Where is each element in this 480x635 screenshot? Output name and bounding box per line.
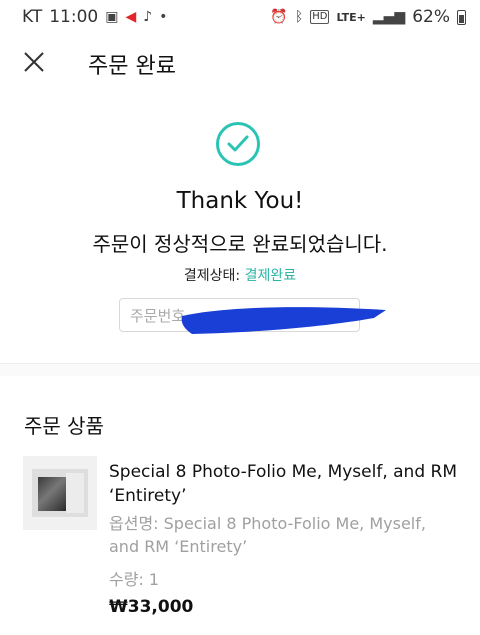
- product-quantity: 수량: 1: [109, 570, 160, 589]
- payment-status-value: 결제완료: [244, 268, 297, 284]
- alarm-icon: ⏰: [270, 9, 288, 25]
- product-price: ₩33,000: [109, 597, 194, 617]
- gallery-icon: ▣: [105, 9, 119, 25]
- battery-percentage: 62%: [412, 7, 450, 27]
- close-icon: [24, 52, 44, 72]
- order-items-title: 주문 상품: [24, 414, 104, 438]
- carrier-label: KT: [22, 7, 43, 27]
- order-complete-message: 주문이 정상적으로 완료되었습니다.: [92, 232, 388, 256]
- redaction-scribble: [181, 307, 386, 334]
- payment-status: 결제상태: 결제완료: [0, 265, 480, 285]
- success-check-icon: [216, 122, 260, 166]
- product-option: 옵션명: Special 8 Photo-Folio Me, Myself, a…: [109, 514, 426, 556]
- bluetooth-icon: ᛒ: [294, 9, 304, 25]
- status-bar-left: KT 11:00 ▣ ◀ ♪ •: [22, 7, 167, 27]
- music-note-icon: ♪: [143, 9, 153, 25]
- page-title: 주문 완료: [88, 54, 176, 79]
- order-item: Special 8 Photo-Folio Me, Myself, and RM…: [109, 460, 459, 617]
- product-image: [32, 469, 88, 517]
- close-button[interactable]: [20, 48, 48, 76]
- section-spacer: [0, 364, 480, 376]
- payment-status-label: 결제상태:: [183, 268, 241, 284]
- megaphone-icon: ◀: [125, 9, 137, 25]
- clock: 11:00: [49, 7, 99, 27]
- status-bar-right: ⏰ ᛒ HD LTE+ ▂▄▆ 62%: [270, 7, 466, 27]
- signal-strength-icon: ▂▄▆: [372, 9, 406, 25]
- status-bar: KT 11:00 ▣ ◀ ♪ • ⏰ ᛒ HD LTE+ ▂▄▆ 62%: [0, 0, 480, 34]
- more-notifications-dot-icon: •: [159, 9, 168, 25]
- battery-icon: [457, 9, 466, 25]
- network-type-label: LTE+: [336, 10, 366, 24]
- product-name[interactable]: Special 8 Photo-Folio Me, Myself, and RM…: [109, 460, 459, 508]
- product-thumbnail[interactable]: [23, 456, 97, 530]
- order-number-label: 주문번호: [130, 306, 186, 325]
- hd-voice-icon: HD: [310, 10, 330, 24]
- thank-you-heading: Thank You!: [176, 188, 304, 214]
- app-bar: 주문 완료: [0, 34, 480, 90]
